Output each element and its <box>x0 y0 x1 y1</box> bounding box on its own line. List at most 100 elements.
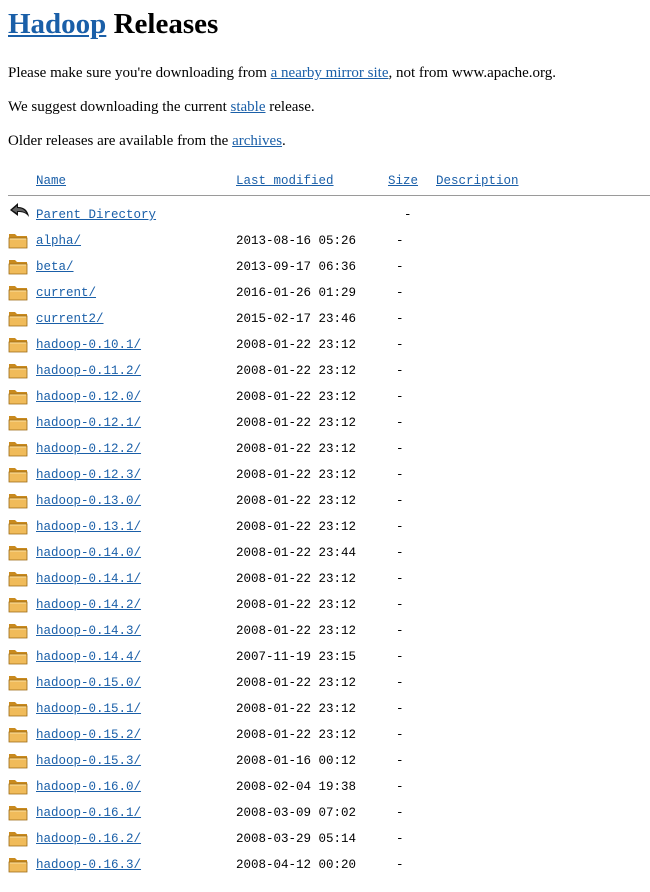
folder-row: hadoop-0.15.2/2008-01-22 23:12 - <box>8 722 650 748</box>
folder-icon <box>8 647 28 665</box>
last-modified: 2008-03-09 07:02 <box>236 806 357 820</box>
folder-icon <box>8 777 28 795</box>
page-title: Hadoop Releases <box>8 4 650 44</box>
last-modified: 2013-08-16 05:26 <box>236 234 357 248</box>
folder-icon <box>8 387 28 405</box>
size: - <box>396 754 404 768</box>
folder-icon <box>8 725 28 743</box>
folder-row: hadoop-0.10.1/2008-01-22 23:12 - <box>8 332 650 358</box>
folder-icon <box>8 309 28 327</box>
folder-link[interactable]: hadoop-0.16.3/ <box>36 858 141 872</box>
folder-icon <box>8 673 28 691</box>
folder-link[interactable]: hadoop-0.16.0/ <box>36 780 141 794</box>
last-modified: 2008-01-22 23:12 <box>236 442 357 456</box>
folder-icon <box>8 829 28 847</box>
folder-row: hadoop-0.16.2/2008-03-29 05:14 - <box>8 826 650 852</box>
folder-link[interactable]: hadoop-0.14.2/ <box>36 598 141 612</box>
folder-row: hadoop-0.14.3/2008-01-22 23:12 - <box>8 618 650 644</box>
sort-by-name-link[interactable]: Name <box>36 174 66 188</box>
folder-link[interactable]: hadoop-0.15.3/ <box>36 754 141 768</box>
sort-by-modified-link[interactable]: Last modified <box>236 174 334 188</box>
size: - <box>396 676 404 690</box>
folder-link[interactable]: hadoop-0.15.1/ <box>36 702 141 716</box>
folder-row: hadoop-0.16.1/2008-03-09 07:02 - <box>8 800 650 826</box>
last-modified: 2016-01-26 01:29 <box>236 286 357 300</box>
folder-link[interactable]: hadoop-0.13.0/ <box>36 494 141 508</box>
last-modified: 2008-01-22 23:44 <box>236 546 357 560</box>
folder-link[interactable]: hadoop-0.16.2/ <box>36 832 141 846</box>
last-modified: 2008-01-16 00:12 <box>236 754 357 768</box>
folder-icon <box>8 569 28 587</box>
folder-link[interactable]: hadoop-0.13.1/ <box>36 520 141 534</box>
size: - <box>396 806 404 820</box>
folder-icon <box>8 751 28 769</box>
size: - <box>396 598 404 612</box>
folder-row: hadoop-0.12.3/2008-01-22 23:12 - <box>8 462 650 488</box>
parent-directory-row: Parent Directory - <box>8 196 650 228</box>
last-modified: 2008-01-22 23:12 <box>236 598 357 612</box>
folder-link[interactable]: hadoop-0.12.2/ <box>36 442 141 456</box>
folder-link[interactable]: hadoop-0.12.0/ <box>36 390 141 404</box>
folder-link[interactable]: hadoop-0.14.3/ <box>36 624 141 638</box>
stable-notice: We suggest downloading the current stabl… <box>8 97 650 117</box>
last-modified: 2008-01-22 23:12 <box>236 728 357 742</box>
folder-row: hadoop-0.14.2/2008-01-22 23:12 - <box>8 592 650 618</box>
folder-link[interactable]: alpha/ <box>36 234 81 248</box>
page: Hadoop Releases Please make sure you're … <box>0 4 650 878</box>
folder-icon <box>8 491 28 509</box>
folder-row: hadoop-0.11.2/2008-01-22 23:12 - <box>8 358 650 384</box>
folder-row: beta/2013-09-17 06:36 - <box>8 254 650 280</box>
folder-link[interactable]: current2/ <box>36 312 104 326</box>
size: - <box>396 780 404 794</box>
parent-directory-link[interactable]: Parent Directory <box>36 208 156 222</box>
archives-link[interactable]: archives <box>232 133 282 149</box>
archives-notice-before: Older releases are available from the <box>8 133 233 149</box>
folder-icon <box>8 335 28 353</box>
folder-link[interactable]: current/ <box>36 286 96 300</box>
folder-row: current2/2015-02-17 23:46 - <box>8 306 650 332</box>
last-modified: 2015-02-17 23:46 <box>236 312 357 326</box>
folder-row: hadoop-0.16.3/2008-04-12 00:20 - <box>8 852 650 878</box>
folder-link[interactable]: hadoop-0.10.1/ <box>36 338 141 352</box>
size: - <box>396 234 404 248</box>
folder-row: hadoop-0.13.1/2008-01-22 23:12 - <box>8 514 650 540</box>
stable-link[interactable]: stable <box>231 99 266 115</box>
sort-by-description-link[interactable]: Description <box>436 174 519 188</box>
size: - <box>396 858 404 872</box>
mirror-notice: Please make sure you're downloading from… <box>8 63 650 83</box>
stable-notice-before: We suggest downloading the current <box>8 99 231 115</box>
folder-link[interactable]: hadoop-0.12.1/ <box>36 416 141 430</box>
folder-link[interactable]: hadoop-0.12.3/ <box>36 468 141 482</box>
stable-notice-after: release. <box>265 99 315 115</box>
folder-row: hadoop-0.15.0/2008-01-22 23:12 - <box>8 670 650 696</box>
folder-icon <box>8 283 28 301</box>
folder-row: current/2016-01-26 01:29 - <box>8 280 650 306</box>
last-modified: 2008-03-29 05:14 <box>236 832 357 846</box>
sort-by-size-link[interactable]: Size <box>388 174 418 188</box>
folder-link[interactable]: hadoop-0.14.4/ <box>36 650 141 664</box>
folder-row: hadoop-0.15.3/2008-01-16 00:12 - <box>8 748 650 774</box>
folder-row: alpha/2013-08-16 05:26 - <box>8 228 650 254</box>
size: - <box>396 416 404 430</box>
folder-link[interactable]: beta/ <box>36 260 74 274</box>
folder-rows: alpha/2013-08-16 05:26 - beta/2013-09-17 0… <box>8 228 650 878</box>
last-modified: 2008-01-22 23:12 <box>236 364 357 378</box>
mirror-site-link[interactable]: a nearby mirror site <box>271 65 389 81</box>
size: - <box>396 832 404 846</box>
hadoop-title-link[interactable]: Hadoop <box>8 8 106 40</box>
folder-row: hadoop-0.14.0/2008-01-22 23:44 - <box>8 540 650 566</box>
mirror-notice-before: Please make sure you're downloading from <box>8 65 271 81</box>
folder-link[interactable]: hadoop-0.14.1/ <box>36 572 141 586</box>
size: - <box>396 624 404 638</box>
folder-link[interactable]: hadoop-0.16.1/ <box>36 806 141 820</box>
size: - <box>396 260 404 274</box>
folder-link[interactable]: hadoop-0.15.2/ <box>36 728 141 742</box>
size: - <box>396 442 404 456</box>
folder-link[interactable]: hadoop-0.14.0/ <box>36 546 141 560</box>
folder-link[interactable]: hadoop-0.11.2/ <box>36 364 141 378</box>
folder-link[interactable]: hadoop-0.15.0/ <box>36 676 141 690</box>
folder-icon <box>8 231 28 249</box>
folder-icon <box>8 413 28 431</box>
archives-notice-after: . <box>282 133 286 149</box>
size: - <box>396 364 404 378</box>
